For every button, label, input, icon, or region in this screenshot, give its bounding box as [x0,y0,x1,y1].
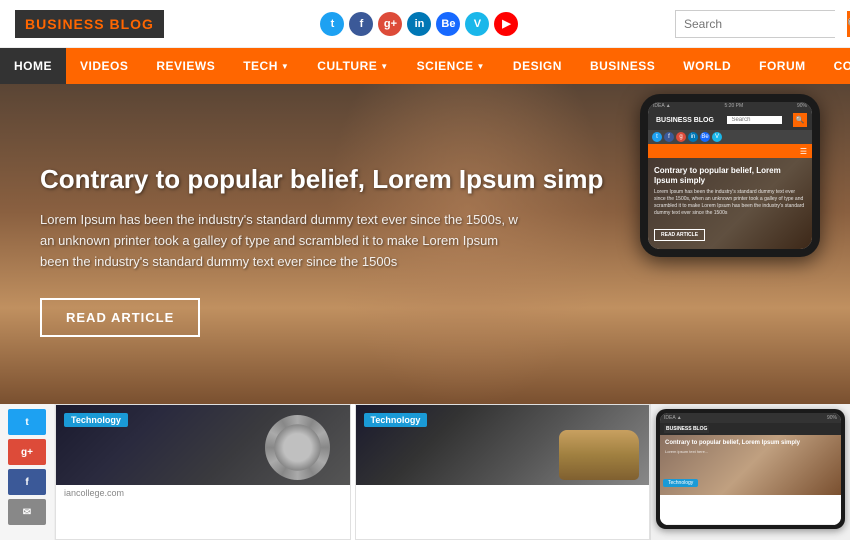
phone-hero-text: Lorem Ipsum has been the industry's stan… [654,189,806,217]
phone-logo: BUSINESS BLOG [653,116,717,125]
sidebar-facebook[interactable]: f [8,469,46,495]
sidebar-twitter[interactable]: t [8,409,46,435]
nav-world[interactable]: WORLD [669,48,745,84]
phone-search-button[interactable]: 🔍 [793,113,807,127]
right-phone-hero-title: Contrary to popular belief, Lorem Ipsum … [665,440,836,446]
phone-linkedin-icon[interactable]: in [688,132,698,142]
phone-time: 5:20 PM [725,103,744,109]
right-phone-inner-header: BUSINESS BLOG [660,423,841,435]
article-card-1: Technology iancollege.com [55,404,351,540]
phone-facebook-icon[interactable]: f [664,132,674,142]
phone-gplus-icon[interactable]: g [676,132,686,142]
right-phone-screen: IDEA ▲ 90% BUSINESS BLOG Contrary to pop… [660,413,841,525]
youtube-icon[interactable]: ▶ [494,12,518,36]
nav-videos[interactable]: VIDEOS [66,48,142,84]
right-card-tag: Technology [663,479,698,487]
site-logo: BUSINESS BLOG [15,10,164,38]
phone-hero: Contrary to popular belief, Lorem Ipsum … [648,158,812,249]
hero-title: Contrary to popular belief, Lorem Ipsum … [40,164,603,195]
phone-status-bar: IDEA ▲ 5:20 PM 90% [648,102,812,110]
nav-business[interactable]: BUSINESS [576,48,669,84]
nav-science[interactable]: SCIENCE ▼ [403,48,499,84]
gear-shape-decoration [265,415,330,480]
bottom-section: t g+ f ✉ Technology iancollege.com Techn… [0,404,850,540]
car-shape-decoration [559,430,639,480]
mobile-mockup: IDEA ▲ 5:20 PM 90% BUSINESS BLOG 🔍 t f g… [640,94,820,257]
culture-dropdown-arrow: ▼ [380,62,388,71]
article-card-2: Technology [355,404,651,540]
read-article-button[interactable]: READ ARTICLE [40,298,200,337]
twitter-icon[interactable]: t [320,12,344,36]
linkedin-icon[interactable]: in [407,12,431,36]
phone-hero-title: Contrary to popular belief, Lorem Ipsum … [654,166,806,185]
phone-vimeo-icon[interactable]: V [712,132,722,142]
right-phone-preview: IDEA ▲ 90% BUSINESS BLOG Contrary to pop… [650,404,850,540]
hero-section: Contrary to popular belief, Lorem Ipsum … [0,84,850,404]
nav-contact[interactable]: CONTACT [820,48,850,84]
right-phone-logo: BUSINESS BLOG [664,425,709,433]
right-status-left: IDEA ▲ [664,415,682,421]
nav-home[interactable]: HOME [0,48,66,84]
phone-carrier: IDEA ▲ [653,103,671,109]
phone-social-icons: t f g in Be V [648,130,812,144]
nav-design[interactable]: DESIGN [499,48,576,84]
right-phone-hero-text: Lorem ipsum text here... [665,449,836,454]
card-1-url: iancollege.com [56,485,350,501]
vimeo-icon[interactable]: V [465,12,489,36]
right-phone-mockup: IDEA ▲ 90% BUSINESS BLOG Contrary to pop… [656,409,845,529]
logo-text: BUSINESS BLOG [25,16,154,32]
gplus-icon[interactable]: g+ [378,12,402,36]
facebook-icon[interactable]: f [349,12,373,36]
social-icons-header: t f g+ in Be V ▶ [320,12,518,36]
phone-read-article-button[interactable]: READ ARTICLE [654,229,705,241]
phone-behance-icon[interactable]: Be [700,132,710,142]
sidebar-gplus[interactable]: g+ [8,439,46,465]
nav-culture[interactable]: CULTURE ▼ [303,48,402,84]
search-box[interactable]: 🔍 [675,10,835,38]
phone-header: BUSINESS BLOG 🔍 [648,110,812,130]
site-header: BUSINESS BLOG t f g+ in Be V ▶ 🔍 [0,0,850,48]
sidebar-email[interactable]: ✉ [8,499,46,525]
phone-search-input[interactable] [727,116,782,124]
tech-dropdown-arrow: ▼ [281,62,289,71]
card-1-tag[interactable]: Technology [64,413,128,427]
nav-forum[interactable]: FORUM [745,48,820,84]
nav-tech[interactable]: TECH ▼ [229,48,303,84]
science-dropdown-arrow: ▼ [477,62,485,71]
hero-body-text: Lorem Ipsum has been the industry's stan… [40,210,530,272]
phone-screen: IDEA ▲ 5:20 PM 90% BUSINESS BLOG 🔍 t f g… [648,102,812,249]
main-nav: HOME VIDEOS REVIEWS TECH ▼ CULTURE ▼ SCI… [0,48,850,84]
nav-reviews[interactable]: REVIEWS [142,48,229,84]
social-sidebar: t g+ f ✉ [0,404,55,540]
card-2-tag[interactable]: Technology [364,413,428,427]
hamburger-icon[interactable]: ☰ [800,147,807,156]
phone-twitter-icon[interactable]: t [652,132,662,142]
phone-nav: ☰ [648,144,812,158]
phone-battery: 90% [797,103,807,109]
behance-icon[interactable]: Be [436,12,460,36]
right-phone-statusbar: IDEA ▲ 90% [660,413,841,423]
search-input[interactable] [676,11,847,37]
right-status-right: 90% [827,415,837,421]
hero-content: Contrary to popular belief, Lorem Ipsum … [40,164,603,337]
right-phone-card-preview: Technology [660,495,841,525]
